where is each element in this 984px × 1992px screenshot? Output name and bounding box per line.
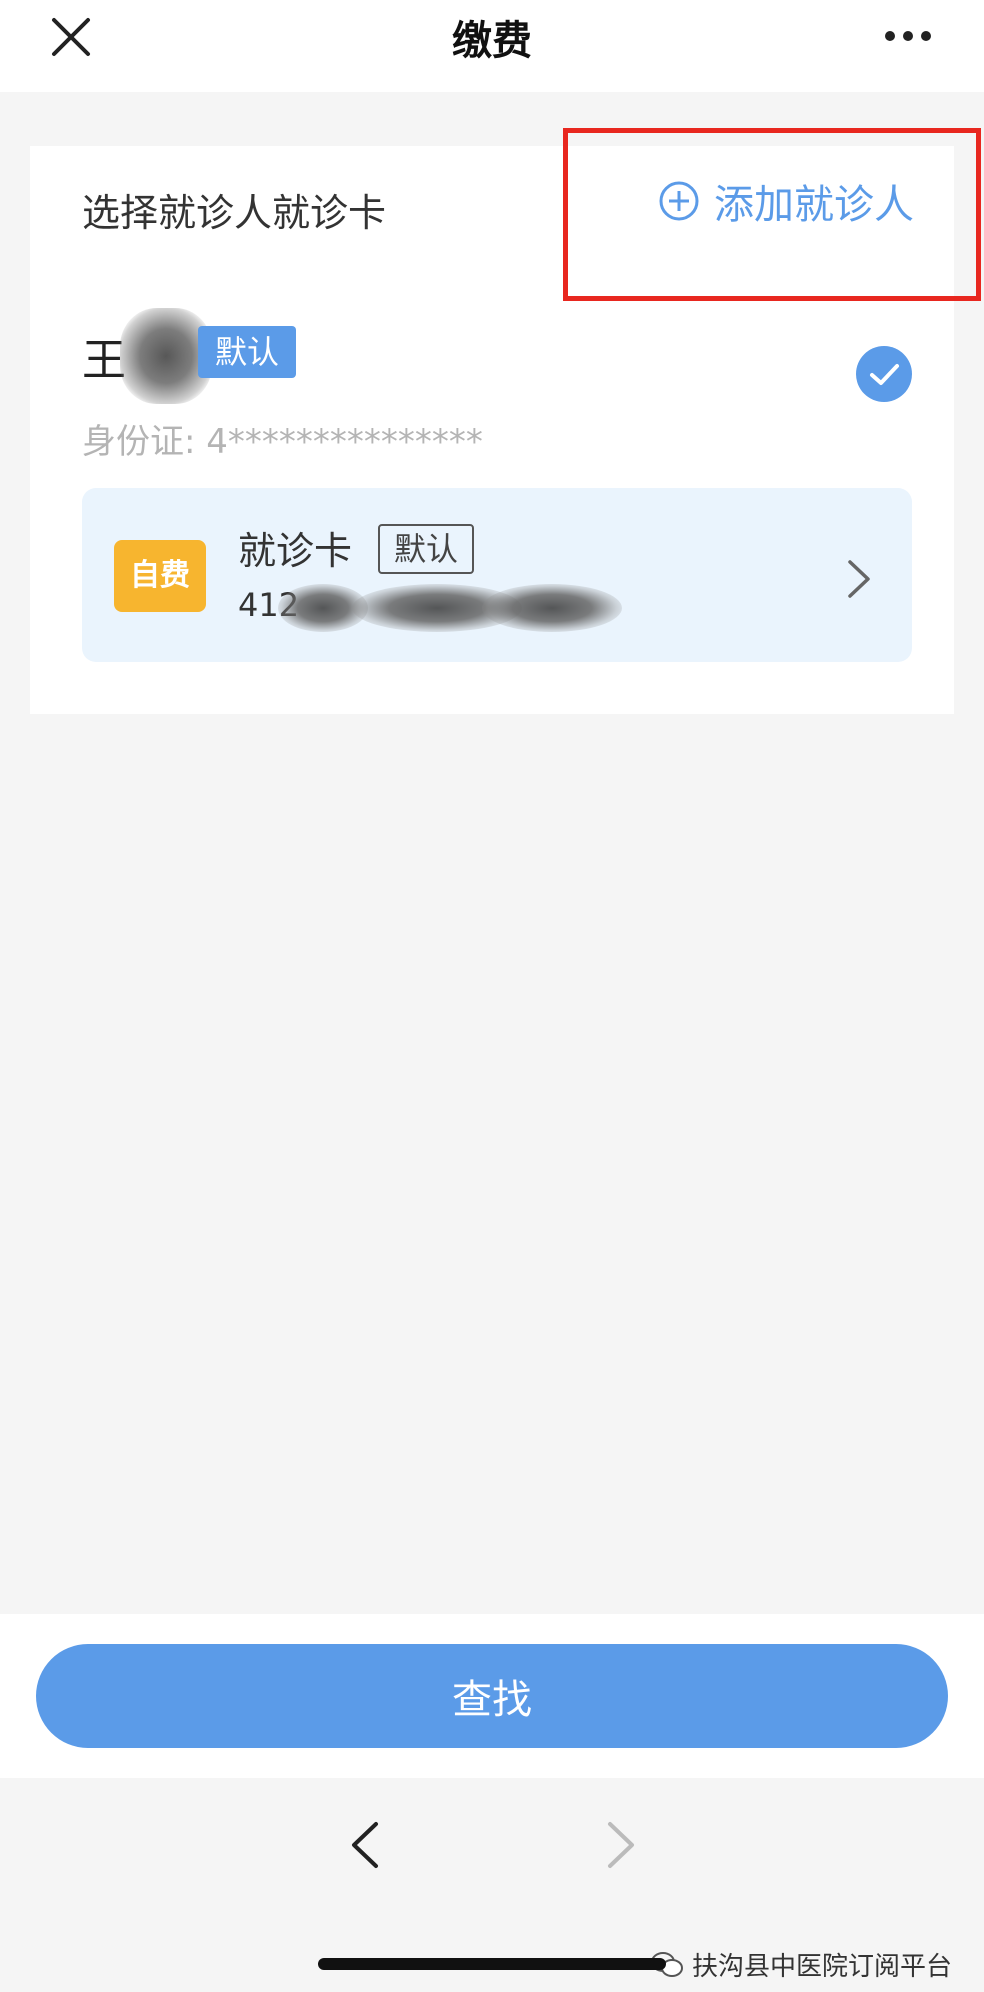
- patient-card: 选择就诊人就诊卡 添加就诊人 王 默认 身份证: 4**************…: [30, 146, 954, 714]
- more-icon[interactable]: [878, 20, 938, 52]
- add-patient-button[interactable]: 添加就诊人: [658, 176, 914, 228]
- section-title: 选择就诊人就诊卡: [82, 191, 387, 235]
- id-value: 4***************: [206, 422, 483, 462]
- medical-card-item[interactable]: 自费 就诊卡 默认 412: [82, 488, 912, 662]
- add-patient-label: 添加就诊人: [714, 182, 914, 228]
- patient-default-tag: 默认: [198, 326, 296, 378]
- watermark-text: 扶沟县中医院订阅平台: [691, 1952, 952, 1982]
- header: 缴费: [0, 0, 984, 92]
- number-redaction: [482, 584, 622, 632]
- page: 缴费 选择就诊人就诊卡 添加就诊人 王 默认 身份证: 4***********…: [0, 0, 984, 1992]
- bottom-bar: 查找: [0, 1614, 984, 1778]
- self-pay-badge: 自费: [114, 540, 206, 612]
- forward-arrow-icon[interactable]: [606, 1820, 636, 1870]
- plus-circle-icon: [659, 181, 699, 221]
- chevron-right-icon: [848, 560, 870, 598]
- back-arrow-icon[interactable]: [350, 1820, 380, 1870]
- page-title: 缴费: [452, 18, 532, 64]
- watermark: 扶沟县中医院订阅平台: [650, 1946, 952, 1983]
- medical-card-title: 就诊卡: [238, 529, 353, 573]
- medical-card-default-tag: 默认: [378, 524, 474, 574]
- id-row: 身份证: 4***************: [82, 414, 483, 463]
- home-indicator[interactable]: [318, 1958, 666, 1970]
- check-circle-icon[interactable]: [856, 346, 912, 402]
- search-button[interactable]: 查找: [36, 1644, 948, 1748]
- id-label: 身份证:: [82, 422, 196, 462]
